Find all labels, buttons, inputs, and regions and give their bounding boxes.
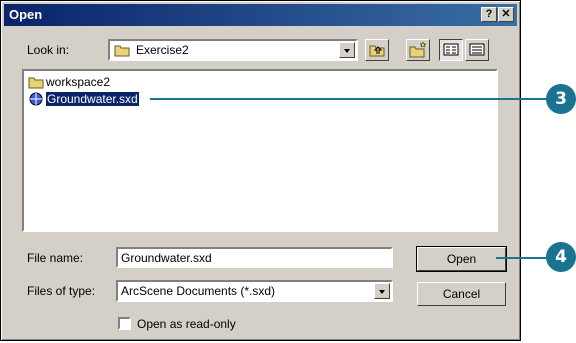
files-of-type-value: ArcScene Documents (*.sxd): [121, 284, 276, 298]
callout-3: 3: [546, 84, 576, 114]
look-in-dropdown-arrow[interactable]: [339, 42, 355, 58]
callout-4: 4: [546, 242, 576, 272]
scene-document-icon: [28, 92, 44, 109]
new-folder-icon: [409, 41, 427, 58]
title-bar[interactable]: Open ? ✕: [4, 4, 517, 26]
details-view-button[interactable]: [465, 39, 489, 61]
dialog-title: Open: [9, 7, 43, 22]
list-view-icon: [443, 43, 459, 56]
look-in-combo[interactable]: Exercise2: [108, 39, 358, 61]
files-of-type-dropdown-arrow[interactable]: [374, 283, 390, 299]
file-name-input[interactable]: Groundwater.sxd: [116, 247, 393, 268]
create-new-folder-button[interactable]: [406, 39, 430, 61]
list-view-button[interactable]: [439, 39, 463, 61]
read-only-label: Open as read-only: [137, 317, 236, 331]
folder-icon: [114, 43, 130, 60]
file-name-label: File name:: [27, 251, 84, 265]
files-of-type-combo[interactable]: ArcScene Documents (*.sxd): [116, 280, 393, 302]
look-in-value: Exercise2: [136, 43, 189, 57]
callout-line-3: [150, 98, 554, 100]
close-button[interactable]: ✕: [498, 7, 514, 22]
cancel-button[interactable]: Cancel: [417, 282, 506, 306]
look-in-label: Look in:: [27, 43, 70, 57]
up-folder-icon: [369, 45, 385, 57]
open-button[interactable]: Open: [416, 246, 507, 272]
file-name-text: workspace2: [46, 75, 111, 89]
file-name-value: Groundwater.sxd: [121, 251, 212, 265]
file-list[interactable]: workspace2 Groundwater.sxd: [22, 69, 498, 232]
file-name-text: Groundwater.sxd: [45, 91, 140, 107]
up-one-level-button[interactable]: [365, 39, 389, 61]
files-of-type-label: Files of type:: [27, 284, 96, 298]
help-button[interactable]: ?: [481, 7, 497, 22]
open-dialog: Open ? ✕ Look in: Exercise2 workspace2 G…: [0, 0, 521, 341]
folder-icon: [28, 75, 44, 92]
details-view-icon: [469, 43, 485, 56]
read-only-checkbox[interactable]: [118, 317, 131, 330]
